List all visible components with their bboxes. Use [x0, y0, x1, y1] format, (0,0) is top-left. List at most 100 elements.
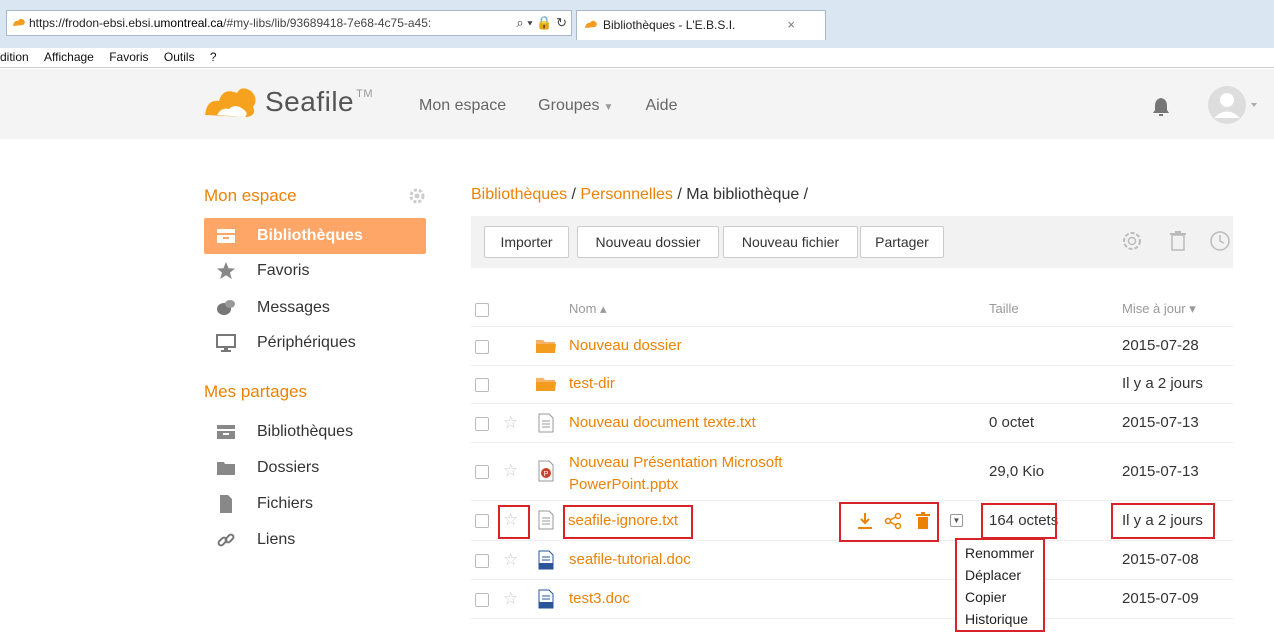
sidebar-item-label: Favoris: [257, 262, 310, 279]
file-options-menu: Renommer Déplacer Copier Historique: [955, 538, 1045, 632]
sidebar-title-mon-espace: Mon espace: [204, 186, 297, 205]
word-file-icon: [538, 550, 554, 570]
highlight-operations: [839, 502, 939, 542]
select-all-checkbox[interactable]: [475, 303, 489, 317]
row-checkbox[interactable]: [475, 514, 489, 528]
address-bar-icons[interactable]: ⌕ ▾ 🔒 ↻: [512, 11, 567, 35]
menu-affichage[interactable]: Affichage: [44, 48, 94, 66]
nav-groupes[interactable]: Groupes ▼: [538, 97, 613, 115]
library-icon: [217, 229, 235, 243]
new-folder-button[interactable]: Nouveau dossier: [577, 226, 719, 258]
browser-tab[interactable]: Bibliothèques - L'E.B.S.I. ×: [576, 10, 826, 40]
sidebar-item-label: Bibliothèques: [257, 423, 354, 440]
table-row[interactable]: ☆ test3.doc 2015-07-09: [471, 580, 1233, 619]
toolbar: Importer Nouveau dossier Nouveau fichier…: [471, 216, 1233, 268]
file-name-link[interactable]: Nouveau dossier: [569, 337, 682, 354]
menu-item-rename[interactable]: Renommer: [965, 542, 1043, 564]
url-prefix: https://frodon-ebsi.ebsi.: [29, 16, 154, 30]
tab-close-icon[interactable]: ×: [787, 11, 795, 39]
file-date: 2015-07-13: [1122, 463, 1199, 480]
file-name-link[interactable]: test-dir: [569, 375, 615, 392]
menu-item-copy[interactable]: Copier: [965, 586, 1043, 608]
sidebar-item-label: Périphériques: [257, 334, 356, 351]
menu-help[interactable]: ?: [210, 48, 217, 66]
row-checkbox[interactable]: [475, 554, 489, 568]
menu-favoris[interactable]: Favoris: [109, 48, 148, 66]
new-file-button[interactable]: Nouveau fichier: [723, 226, 858, 258]
chevron-down-icon: ▼: [603, 102, 614, 113]
sidebar-item-peripheriques[interactable]: Périphériques: [204, 325, 426, 361]
file-name-link[interactable]: test3.doc: [569, 590, 630, 607]
history-clock-icon[interactable]: [1209, 230, 1231, 252]
star-icon[interactable]: ☆: [503, 413, 518, 433]
seafile-logo[interactable]: Seafile TM: [203, 82, 373, 122]
row-checkbox[interactable]: [475, 465, 489, 479]
menu-item-history[interactable]: Historique: [965, 608, 1043, 630]
trash-icon[interactable]: [1168, 230, 1188, 252]
row-checkbox[interactable]: [475, 417, 489, 431]
sidebar-item-favoris[interactable]: Favoris: [204, 253, 426, 289]
file-name-link[interactable]: Nouveau document texte.txt: [569, 414, 756, 431]
file-name-link[interactable]: seafile-tutorial.doc: [569, 551, 691, 568]
sidebar-item-dossiers[interactable]: Dossiers: [204, 450, 426, 486]
menu-outils[interactable]: Outils: [164, 48, 195, 66]
sidebar-item-label: Bibliothèques: [257, 227, 363, 244]
word-file-icon: [538, 589, 554, 609]
star-icon[interactable]: ☆: [503, 550, 518, 570]
column-date-header[interactable]: Mise à jour ▾: [1122, 301, 1196, 317]
row-checkbox[interactable]: [475, 593, 489, 607]
sidebar-item-fichiers[interactable]: Fichiers: [204, 486, 426, 522]
column-name-header[interactable]: Nom ▴: [569, 301, 607, 317]
sidebar-item-label: Liens: [257, 531, 296, 548]
address-bar[interactable]: https://frodon-ebsi.ebsi.umontreal.ca/#m…: [6, 10, 572, 36]
menu-item-move[interactable]: Déplacer: [965, 564, 1043, 586]
breadcrumb-current: Ma bibliothèque /: [686, 186, 809, 203]
breadcrumb-bibliotheques[interactable]: Bibliothèques: [471, 186, 567, 203]
bell-icon[interactable]: [1152, 97, 1170, 117]
avatar[interactable]: [1207, 85, 1263, 125]
table-row[interactable]: test-dir Il y a 2 jours: [471, 366, 1233, 404]
star-icon[interactable]: ☆: [503, 461, 518, 481]
text-file-icon: [538, 413, 554, 433]
import-button[interactable]: Importer: [484, 226, 569, 258]
file-size: 0 octet: [989, 414, 1035, 431]
url-host: umontreal.ca: [153, 16, 224, 30]
star-icon: [217, 262, 235, 279]
text-file-icon: [538, 510, 554, 530]
file-date: 2015-07-28: [1122, 337, 1199, 354]
seafile-logo-icon: [205, 88, 256, 117]
star-icon[interactable]: ☆: [503, 589, 518, 609]
seafile-favicon-icon: [585, 20, 597, 28]
table-row[interactable]: ☆ seafile-tutorial.doc 2015-07-08: [471, 541, 1233, 580]
row-checkbox[interactable]: [475, 378, 489, 392]
share-button[interactable]: Partager: [860, 226, 944, 258]
gear-icon[interactable]: [409, 188, 425, 204]
sidebar-item-messages[interactable]: Messages: [204, 290, 426, 326]
table-row[interactable]: ☆ Nouveau document texte.txt 0 octet 201…: [471, 404, 1233, 443]
file-size: 29,0 Kio: [989, 463, 1045, 480]
main-nav: Mon espace Groupes ▼ Aide: [419, 97, 677, 115]
sidebar-item-shared-bibliotheques[interactable]: Bibliothèques: [204, 414, 426, 450]
folder-icon: [536, 340, 556, 353]
library-icon: [217, 425, 235, 439]
table-row[interactable]: ☆ P Nouveau Présentation Microsoft PowerP…: [471, 443, 1233, 501]
logo-text: Seafile TM: [265, 86, 374, 117]
file-date: 2015-07-13: [1122, 414, 1199, 431]
monitor-icon: [216, 334, 236, 352]
sidebar-item-liens[interactable]: Liens: [204, 522, 426, 558]
file-date: 2015-07-09: [1122, 590, 1199, 607]
more-options-toggle[interactable]: ▼: [950, 514, 963, 527]
folder-icon: [217, 462, 235, 475]
nav-aide[interactable]: Aide: [645, 97, 677, 115]
breadcrumb-personnelles[interactable]: Personnelles: [580, 186, 673, 203]
menu-edition[interactable]: dition: [0, 48, 29, 66]
nav-mon-espace[interactable]: Mon espace: [419, 97, 506, 115]
row-checkbox[interactable]: [475, 340, 489, 354]
table-row[interactable]: Nouveau dossier 2015-07-28: [471, 327, 1233, 366]
column-size-header: Taille: [989, 301, 1019, 316]
highlight-filename: [563, 505, 693, 539]
breadcrumb: Bibliothèques / Personnelles / Ma biblio…: [471, 186, 808, 204]
file-name-link[interactable]: Nouveau Présentation Microsoft PowerPoint…: [569, 452, 782, 496]
settings-icon[interactable]: [1121, 230, 1143, 252]
sidebar-item-bibliotheques[interactable]: Bibliothèques: [204, 218, 426, 254]
